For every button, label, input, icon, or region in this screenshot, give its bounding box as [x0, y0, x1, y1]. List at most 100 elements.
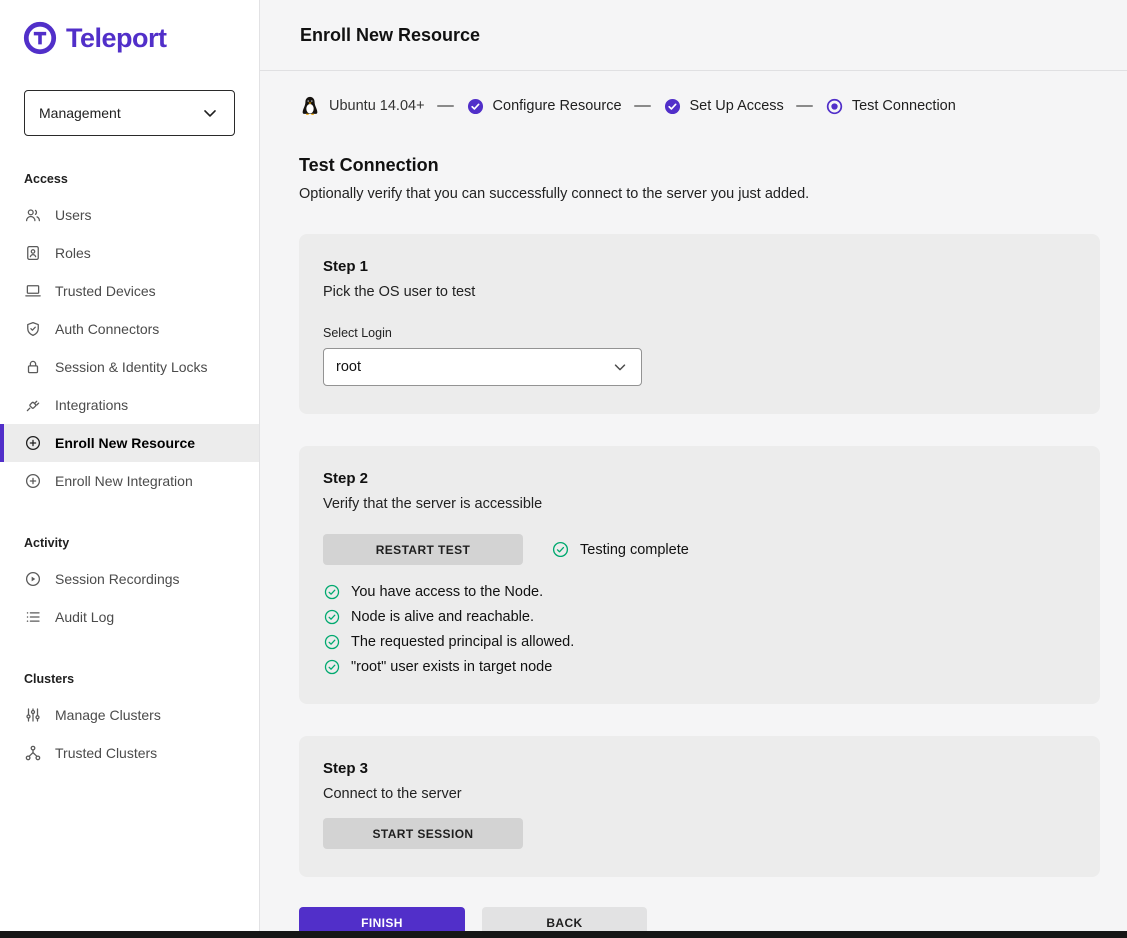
sidebar-item-label: Session Recordings — [55, 571, 180, 587]
sidebar-item-session-recordings[interactable]: Session Recordings — [0, 560, 259, 598]
step-complete-icon — [466, 97, 485, 116]
success-check-icon — [323, 633, 341, 651]
network-icon — [24, 744, 42, 762]
success-check-icon — [323, 583, 341, 601]
sidebar-item-trusted-clusters[interactable]: Trusted Clusters — [0, 734, 259, 772]
bottom-edge — [0, 931, 1127, 938]
step1-description: Pick the OS user to test — [323, 284, 1076, 300]
check-item-label: Node is alive and reachable. — [351, 609, 534, 625]
content-title: Test Connection — [299, 155, 1100, 176]
select-login-dropdown[interactable]: root — [323, 348, 642, 386]
sidebar-item-label: Audit Log — [55, 609, 114, 625]
main-panel: Enroll New Resource Ubuntu 14.04+ — [260, 0, 1127, 938]
laptop-icon — [24, 282, 42, 300]
stepper-resource: Ubuntu 14.04+ — [299, 95, 425, 117]
sidebar-item-trusted-devices[interactable]: Trusted Devices — [0, 272, 259, 310]
sidebar-item-users[interactable]: Users — [0, 196, 259, 234]
check-item: "root" user exists in target node — [323, 658, 1076, 676]
step2-title: Step 2 — [323, 470, 1076, 487]
main-body: Ubuntu 14.04+ Configure Resource — [260, 71, 1127, 938]
linux-penguin-icon — [299, 95, 321, 117]
sidebar-item-roles[interactable]: Roles — [0, 234, 259, 272]
sidebar-item-enroll-new-resource[interactable]: Enroll New Resource — [0, 424, 259, 462]
stepper-step-label: Set Up Access — [690, 98, 784, 114]
content-subtitle: Optionally verify that you can successfu… — [299, 186, 1100, 202]
step-complete-icon — [663, 97, 682, 116]
stepper-step-test-connection: Test Connection — [825, 97, 956, 116]
select-login-value: root — [336, 359, 361, 375]
sidebar-item-label: Session & Identity Locks — [55, 359, 208, 375]
success-check-icon — [551, 540, 570, 559]
step-current-icon — [825, 97, 844, 116]
teleport-app: Teleport Management Access Users Roles T… — [0, 0, 1127, 938]
plus-circle-icon — [24, 434, 42, 452]
chevron-down-icon — [200, 103, 220, 123]
sidebar-section-access: Access — [0, 136, 259, 196]
sidebar-item-label: Enroll New Integration — [55, 473, 193, 489]
sidebar-item-session-identity-locks[interactable]: Session & Identity Locks — [0, 348, 259, 386]
test-status-label: Testing complete — [580, 542, 689, 558]
check-list: You have access to the Node. Node is ali… — [323, 583, 1076, 676]
select-login-label: Select Login — [323, 326, 1076, 340]
check-item-label: The requested principal is allowed. — [351, 634, 574, 650]
workspace-select[interactable]: Management — [24, 90, 235, 136]
stepper-resource-label: Ubuntu 14.04+ — [329, 98, 425, 114]
step3-card: Step 3 Connect to the server START SESSI… — [299, 736, 1100, 877]
chevron-down-icon — [611, 358, 629, 376]
sidebar-item-label: Manage Clusters — [55, 707, 161, 723]
test-row: RESTART TEST Testing complete — [323, 534, 1076, 565]
step1-title: Step 1 — [323, 258, 1076, 275]
sidebar-item-audit-log[interactable]: Audit Log — [0, 598, 259, 636]
shield-icon — [24, 320, 42, 338]
page-title: Enroll New Resource — [300, 25, 480, 46]
start-session-button[interactable]: START SESSION — [323, 818, 523, 849]
workspace-select-value: Management — [39, 105, 121, 121]
sidebar-item-label: Enroll New Resource — [55, 435, 195, 451]
users-icon — [24, 206, 42, 224]
stepper-step-set-up-access: Set Up Access — [663, 97, 784, 116]
step1-card: Step 1 Pick the OS user to test Select L… — [299, 234, 1100, 414]
stepper-step-configure-resource: Configure Resource — [466, 97, 622, 116]
step3-title: Step 3 — [323, 760, 1076, 777]
teleport-logo-icon — [22, 20, 58, 56]
sidebar-item-auth-connectors[interactable]: Auth Connectors — [0, 310, 259, 348]
check-item-label: "root" user exists in target node — [351, 659, 552, 675]
sidebar-item-integrations[interactable]: Integrations — [0, 386, 259, 424]
sliders-icon — [24, 706, 42, 724]
sidebar-item-label: Integrations — [55, 397, 128, 413]
lock-icon — [24, 358, 42, 376]
stepper-connector — [437, 105, 454, 107]
sidebar-section-clusters: Clusters — [0, 636, 259, 696]
step2-card: Step 2 Verify that the server is accessi… — [299, 446, 1100, 704]
plus-circle-icon — [24, 472, 42, 490]
teleport-logo[interactable]: Teleport — [0, 0, 259, 56]
stepper-connector — [634, 105, 651, 107]
check-item: You have access to the Node. — [323, 583, 1076, 601]
sidebar-item-enroll-new-integration[interactable]: Enroll New Integration — [0, 462, 259, 500]
sidebar: Teleport Management Access Users Roles T… — [0, 0, 260, 938]
stepper-step-label: Configure Resource — [493, 98, 622, 114]
stepper: Ubuntu 14.04+ Configure Resource — [299, 95, 1100, 117]
plug-icon — [24, 396, 42, 414]
roles-icon — [24, 244, 42, 262]
stepper-connector — [796, 105, 813, 107]
sidebar-item-manage-clusters[interactable]: Manage Clusters — [0, 696, 259, 734]
sidebar-section-activity: Activity — [0, 500, 259, 560]
step2-description: Verify that the server is accessible — [323, 496, 1076, 512]
success-check-icon — [323, 608, 341, 626]
play-circle-icon — [24, 570, 42, 588]
sidebar-item-label: Users — [55, 207, 92, 223]
list-icon — [24, 608, 42, 626]
test-status: Testing complete — [551, 540, 689, 559]
restart-test-button[interactable]: RESTART TEST — [323, 534, 523, 565]
step3-description: Connect to the server — [323, 786, 1076, 802]
check-item-label: You have access to the Node. — [351, 584, 543, 600]
main-header: Enroll New Resource — [260, 0, 1127, 71]
sidebar-item-label: Trusted Devices — [55, 283, 156, 299]
brand-name: Teleport — [66, 23, 167, 54]
sidebar-item-label: Trusted Clusters — [55, 745, 157, 761]
stepper-step-label: Test Connection — [852, 98, 956, 114]
sidebar-item-label: Auth Connectors — [55, 321, 159, 337]
check-item: The requested principal is allowed. — [323, 633, 1076, 651]
success-check-icon — [323, 658, 341, 676]
